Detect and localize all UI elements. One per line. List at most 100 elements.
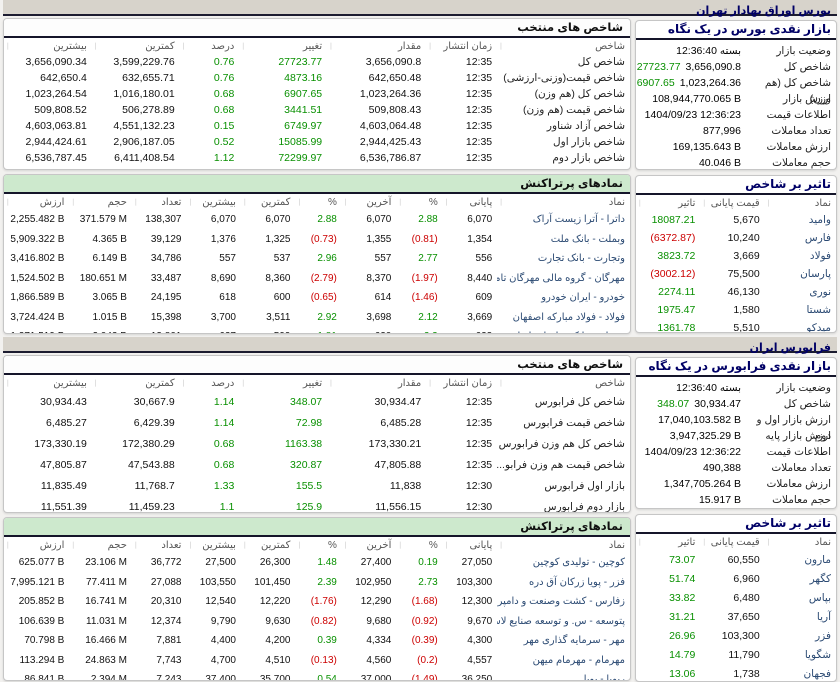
symbol-name[interactable]: فجهان: [765, 664, 836, 681]
column-header[interactable]: بیشترین: [186, 537, 241, 553]
column-header[interactable]: تغییر: [239, 375, 327, 391]
symbol-name[interactable]: شاخص قیمت(وزنی-ارزشی): [497, 70, 630, 86]
symbol-name[interactable]: خودرو - ایران خودرو: [497, 288, 630, 308]
symbol-name[interactable]: شاخص کل هم وزن فرابورس: [497, 433, 630, 454]
column-header[interactable]: ارزش: [4, 194, 69, 210]
symbol-name[interactable]: فولاد: [765, 247, 836, 265]
symbol-name[interactable]: شاخص کل فرابورس: [497, 391, 630, 412]
column-header[interactable]: تغییر: [239, 38, 327, 54]
glance-row: حجم معاملات 15.917 B: [640, 492, 831, 508]
value-cell: 3,511: [266, 311, 291, 323]
symbol-name[interactable]: وامید: [765, 211, 836, 229]
column-header[interactable]: زمان انتشار: [426, 375, 497, 391]
column-header[interactable]: بیشترین: [4, 38, 92, 54]
column-header[interactable]: کمترین: [241, 537, 296, 553]
symbol-name[interactable]: شاخص بازار دوم: [497, 150, 630, 166]
symbol-name[interactable]: شستا: [765, 301, 836, 319]
symbol-name[interactable]: وبملت - بانک ملت: [497, 230, 630, 250]
symbol-name[interactable]: فولاد - فولاد مبارکه اصفهان: [497, 308, 630, 328]
column-header[interactable]: %: [295, 194, 341, 210]
column-header[interactable]: تاثیر: [636, 534, 700, 550]
symbol-name[interactable]: کگهر: [765, 569, 836, 588]
symbol-name[interactable]: بازار دوم فرابورس: [497, 496, 630, 513]
column-header[interactable]: %: [295, 537, 341, 553]
column-header[interactable]: تعداد: [132, 537, 187, 553]
column-header[interactable]: نماد: [765, 534, 836, 550]
value-cell: 3,698: [366, 311, 392, 323]
column-header[interactable]: کمترین: [241, 194, 296, 210]
column-header[interactable]: شاخص: [497, 38, 630, 54]
symbol-name[interactable]: شگویا: [765, 645, 836, 664]
column-header[interactable]: نماد: [765, 195, 836, 211]
symbol-name[interactable]: شاخص بازار اول: [497, 134, 630, 150]
column-header[interactable]: پایانی: [443, 194, 498, 210]
column-header[interactable]: قیمت پایانی: [700, 534, 764, 550]
value-cell: 5,510: [733, 322, 760, 333]
symbol-name[interactable]: شاخص کل (هم وزن): [497, 86, 630, 102]
symbol-name[interactable]: شاخص قیمت (هم وزن): [497, 102, 630, 118]
symbol-name[interactable]: ریوپا - پویا: [497, 670, 630, 680]
value-cell: 2,944,424.61: [25, 136, 87, 148]
value-cell: 5,909.322 B: [10, 233, 65, 245]
symbol-name[interactable]: وبصادر - بانک صادرات ایران: [497, 327, 630, 333]
column-header[interactable]: ارزش: [4, 537, 69, 553]
symbol-name[interactable]: وتجارت - بانک تجارت: [497, 249, 630, 269]
symbol-name[interactable]: شاخص آزاد شناور: [497, 118, 630, 134]
column-header[interactable]: آخرین: [342, 537, 397, 553]
column-header[interactable]: کمترین: [92, 38, 180, 54]
column-header[interactable]: بیشترین: [4, 375, 92, 391]
value-cell: 12:35: [465, 56, 493, 68]
symbol-name[interactable]: فارس: [765, 229, 836, 247]
table-header-row: شاخصزمان انتشارمقدارتغییردرصدکمترینبیشتر…: [4, 375, 630, 391]
symbol-name[interactable]: مهر - سرمایه گذاری مهر: [497, 631, 630, 651]
column-header[interactable]: تعداد: [132, 194, 187, 210]
symbol-name[interactable]: کوچین - تولیدی کوچین: [497, 553, 630, 573]
value-cell: 20,310: [150, 596, 182, 608]
value-cell: 33.82: [669, 591, 696, 604]
column-header[interactable]: تاثیر: [636, 195, 700, 211]
symbol-name[interactable]: مهرمام - مهرمام میهن: [497, 651, 630, 671]
column-header[interactable]: مقدار: [327, 38, 426, 54]
value-cell: 600: [273, 292, 291, 304]
column-header[interactable]: شاخص: [497, 375, 630, 391]
column-header[interactable]: حجم: [69, 537, 132, 553]
value-cell: 3,416.802 B: [10, 253, 65, 265]
column-header[interactable]: درصد: [180, 38, 240, 54]
value-cell: (0.65): [310, 292, 337, 304]
symbol-name[interactable]: زفارس - کشت وصنعت و دامپروری پگاه ...: [497, 592, 630, 612]
column-header[interactable]: نماد: [497, 194, 630, 210]
column-header[interactable]: حجم: [69, 194, 132, 210]
column-header[interactable]: %: [396, 194, 442, 210]
column-header[interactable]: مقدار: [327, 375, 426, 391]
value-cell: (0.81): [411, 233, 438, 245]
farabourse-indices-title: شاخص های منتخب: [4, 356, 630, 375]
glance-main-value: 108,944,770.065 B: [652, 93, 741, 105]
symbol-name[interactable]: فزر: [765, 626, 836, 645]
column-header[interactable]: قیمت پایانی: [700, 195, 764, 211]
symbol-name[interactable]: بپاس: [765, 588, 836, 607]
column-header[interactable]: %: [396, 537, 442, 553]
column-header[interactable]: آخرین: [342, 194, 397, 210]
value-cell: 6907.65: [284, 88, 323, 100]
column-header[interactable]: کمترین: [92, 375, 180, 391]
symbol-name[interactable]: شاخص قیمت هم وزن فرابو...: [497, 454, 630, 475]
symbol-name[interactable]: آریا: [765, 607, 836, 626]
symbol-name[interactable]: شاخص کل: [497, 54, 630, 70]
value-cell: 3441.51: [284, 104, 323, 116]
symbol-name[interactable]: میدکو: [765, 319, 836, 332]
column-header[interactable]: زمان انتشار: [426, 38, 497, 54]
symbol-name[interactable]: فزر - پویا زرکان آق دره: [497, 573, 630, 593]
symbol-name[interactable]: مارون: [765, 550, 836, 569]
column-header[interactable]: پایانی: [443, 537, 498, 553]
column-header[interactable]: درصد: [180, 375, 240, 391]
glance-label: اطلاعات قیمت: [766, 446, 831, 458]
symbol-name[interactable]: شاخص قیمت فرابورس: [497, 412, 630, 433]
column-header[interactable]: بیشترین: [186, 194, 241, 210]
column-header[interactable]: نماد: [497, 537, 630, 553]
symbol-name[interactable]: مهرگان - گروه مالی مهرگان تامین پارس: [497, 269, 630, 289]
symbol-name[interactable]: داترا - آترا زیست آراک: [497, 210, 630, 230]
symbol-name[interactable]: بازار اول فرابورس: [497, 475, 630, 496]
symbol-name[interactable]: پتوسعه - س. و توسعه صنایع لاستیک: [497, 612, 630, 632]
symbol-name[interactable]: پارسان: [765, 265, 836, 283]
symbol-name[interactable]: نوری: [765, 283, 836, 301]
